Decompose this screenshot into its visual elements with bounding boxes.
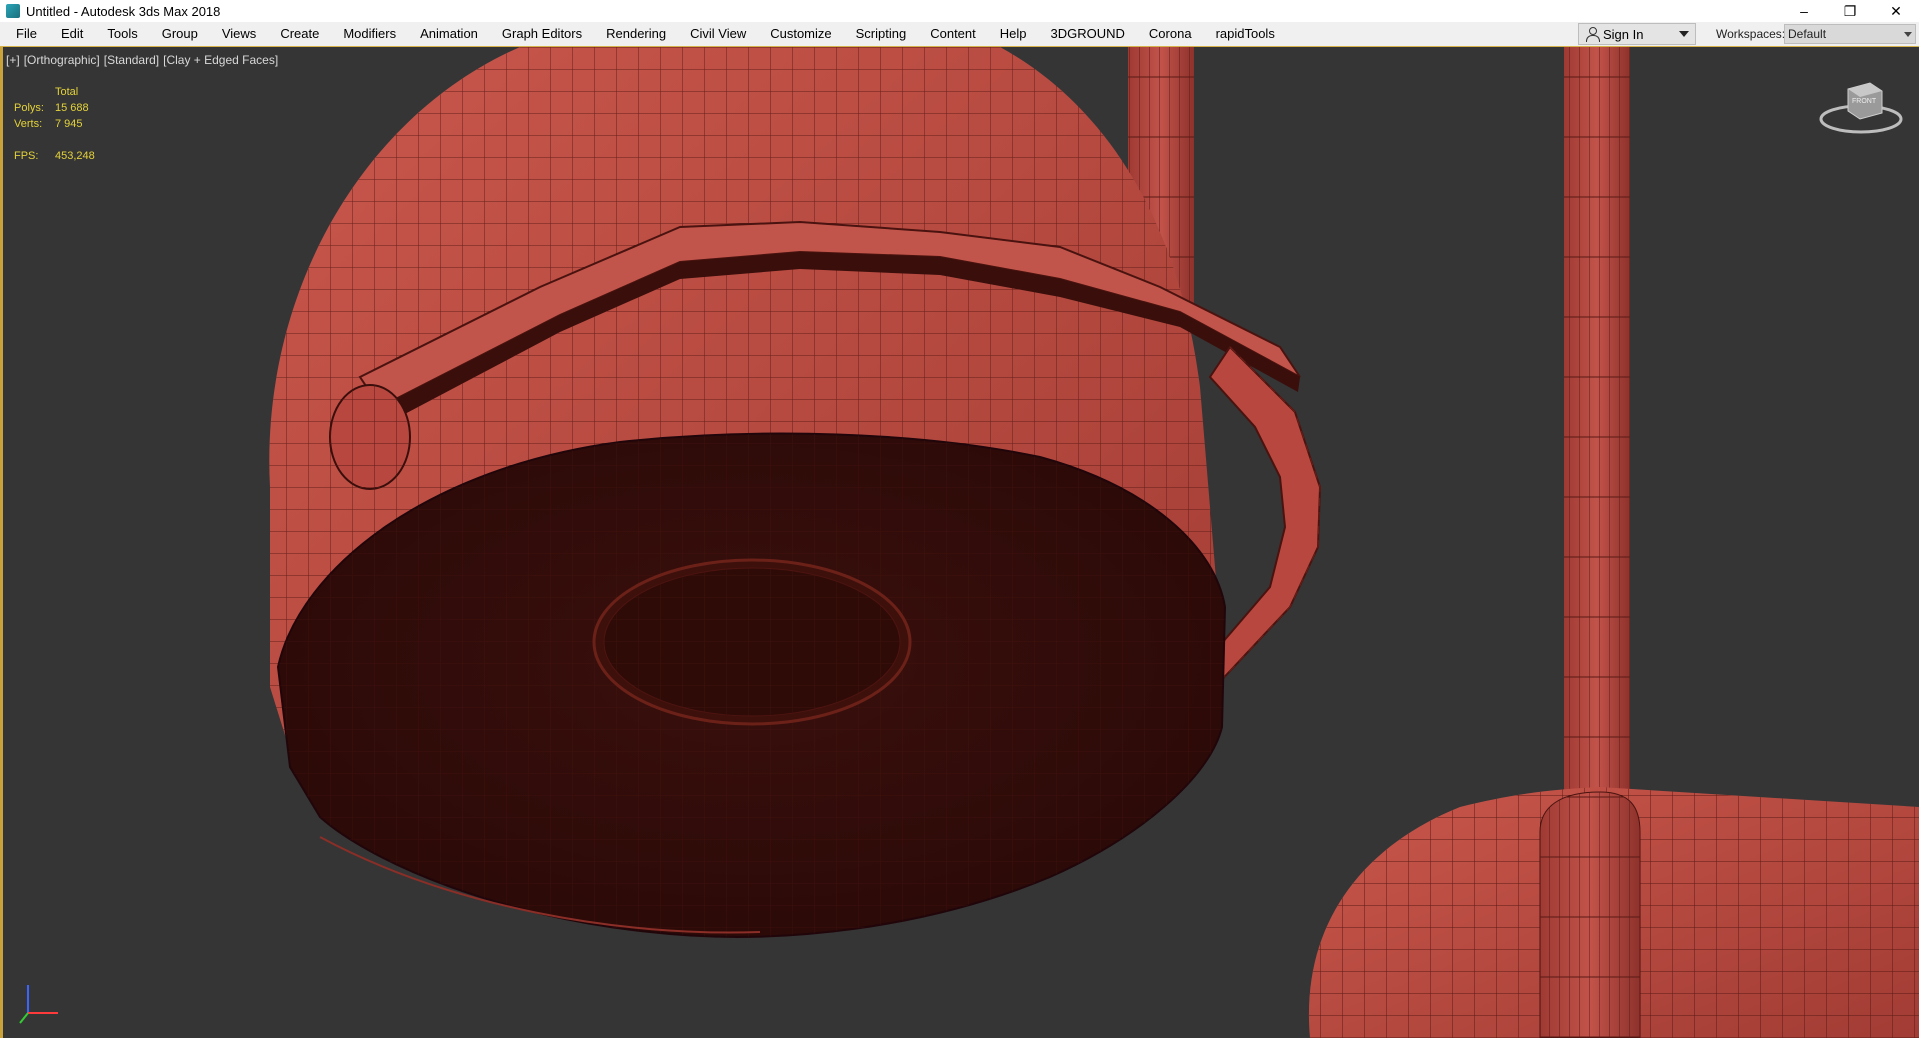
workspaces-select[interactable]: Default xyxy=(1784,24,1916,44)
viewport-shading-label[interactable]: [Clay + Edged Faces] xyxy=(163,53,278,67)
menu-file[interactable]: File xyxy=(4,22,49,46)
scene-render[interactable] xyxy=(0,47,1919,1038)
menu-animation[interactable]: Animation xyxy=(408,22,490,46)
viewport-orthographic[interactable]: [+] [Orthographic] [Standard] [Clay + Ed… xyxy=(0,47,1919,1038)
minimize-button[interactable]: – xyxy=(1781,0,1827,22)
viewport-menu-button[interactable]: [+] xyxy=(6,53,20,67)
menu-corona[interactable]: Corona xyxy=(1137,22,1204,46)
chevron-down-icon xyxy=(1904,32,1912,37)
menu-items: File Edit Tools Group Views Create Modif… xyxy=(4,22,1287,46)
polys-label: Polys: xyxy=(14,102,44,114)
viewcube-icon[interactable]: FRONT xyxy=(1818,79,1908,139)
sign-in-dropdown[interactable]: Sign In xyxy=(1578,23,1696,45)
menu-create[interactable]: Create xyxy=(268,22,331,46)
menu-bar: File Edit Tools Group Views Create Modif… xyxy=(0,22,1919,47)
app-logo-icon xyxy=(6,4,20,18)
pole-front xyxy=(1564,47,1630,807)
statistics-overlay: Total Polys: 15 688 Verts: 7 945 FPS: 453,2… xyxy=(14,84,95,164)
title-bar: Untitled - Autodesk 3ds Max 2018 – ❐ ✕ xyxy=(0,0,1919,22)
workspaces-label: Workspaces: xyxy=(1716,27,1786,41)
viewport-label: [+] [Orthographic] [Standard] [Clay + Ed… xyxy=(6,53,278,67)
menu-civil-view[interactable]: Civil View xyxy=(678,22,758,46)
viewport-shading-preset-label[interactable]: [Standard] xyxy=(104,53,159,67)
menu-rendering[interactable]: Rendering xyxy=(594,22,678,46)
viewport-view-label[interactable]: [Orthographic] xyxy=(24,53,100,67)
menu-help[interactable]: Help xyxy=(988,22,1039,46)
menu-tools[interactable]: Tools xyxy=(95,22,149,46)
axis-tripod-icon xyxy=(19,985,58,1024)
chevron-down-icon xyxy=(1679,31,1689,37)
verts-value: 7 945 xyxy=(55,118,83,130)
second-cup-model[interactable] xyxy=(1308,787,1919,1038)
window-controls: – ❐ ✕ xyxy=(1781,0,1919,22)
menu-graph-editors[interactable]: Graph Editors xyxy=(490,22,594,46)
workspaces-value: Default xyxy=(1788,27,1827,41)
window-title: Untitled - Autodesk 3ds Max 2018 xyxy=(26,3,221,19)
menu-3dground[interactable]: 3DGROUND xyxy=(1039,22,1137,46)
menu-group[interactable]: Group xyxy=(150,22,210,46)
active-viewport-border xyxy=(0,47,3,1038)
fps-label: FPS: xyxy=(14,150,39,162)
sign-in-label: Sign In xyxy=(1603,26,1644,42)
viewcube-face-label: FRONT xyxy=(1852,98,1877,105)
close-button[interactable]: ✕ xyxy=(1873,0,1919,22)
fps-value: 453,248 xyxy=(55,150,95,162)
menu-rapidtools[interactable]: rapidTools xyxy=(1204,22,1287,46)
stats-header: Total xyxy=(55,86,79,98)
polys-value: 15 688 xyxy=(55,102,89,114)
menu-content[interactable]: Content xyxy=(918,22,988,46)
menu-customize[interactable]: Customize xyxy=(758,22,843,46)
restore-button[interactable]: ❐ xyxy=(1827,0,1873,22)
menu-edit[interactable]: Edit xyxy=(49,22,95,46)
menu-views[interactable]: Views xyxy=(210,22,268,46)
user-icon xyxy=(1585,27,1600,42)
verts-label: Verts: xyxy=(14,118,43,130)
menu-scripting[interactable]: Scripting xyxy=(844,22,919,46)
menu-modifiers[interactable]: Modifiers xyxy=(331,22,408,46)
